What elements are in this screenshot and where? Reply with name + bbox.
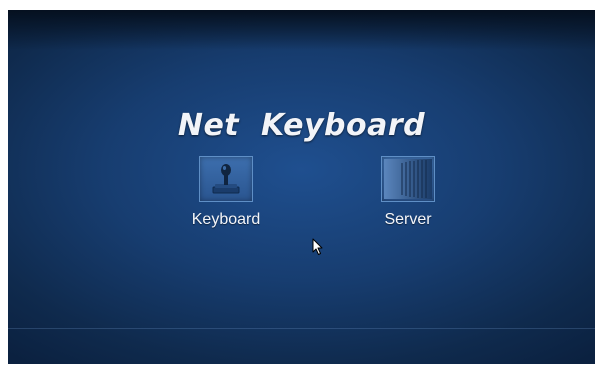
keyboard-app-button[interactable]: Keyboard bbox=[171, 156, 281, 229]
server-label[interactable]: Server bbox=[353, 211, 463, 229]
keyboard-label[interactable]: Keyboard bbox=[171, 211, 281, 229]
server-rack-icon[interactable] bbox=[381, 156, 435, 202]
server-app-button[interactable]: Server bbox=[353, 156, 463, 229]
desktop-screen: Net Keyboard Keyboard Server bbox=[8, 10, 595, 364]
joystick-icon[interactable] bbox=[199, 156, 253, 202]
mouse-pointer-icon bbox=[312, 238, 324, 260]
app-title: Net Keyboard bbox=[177, 108, 426, 143]
